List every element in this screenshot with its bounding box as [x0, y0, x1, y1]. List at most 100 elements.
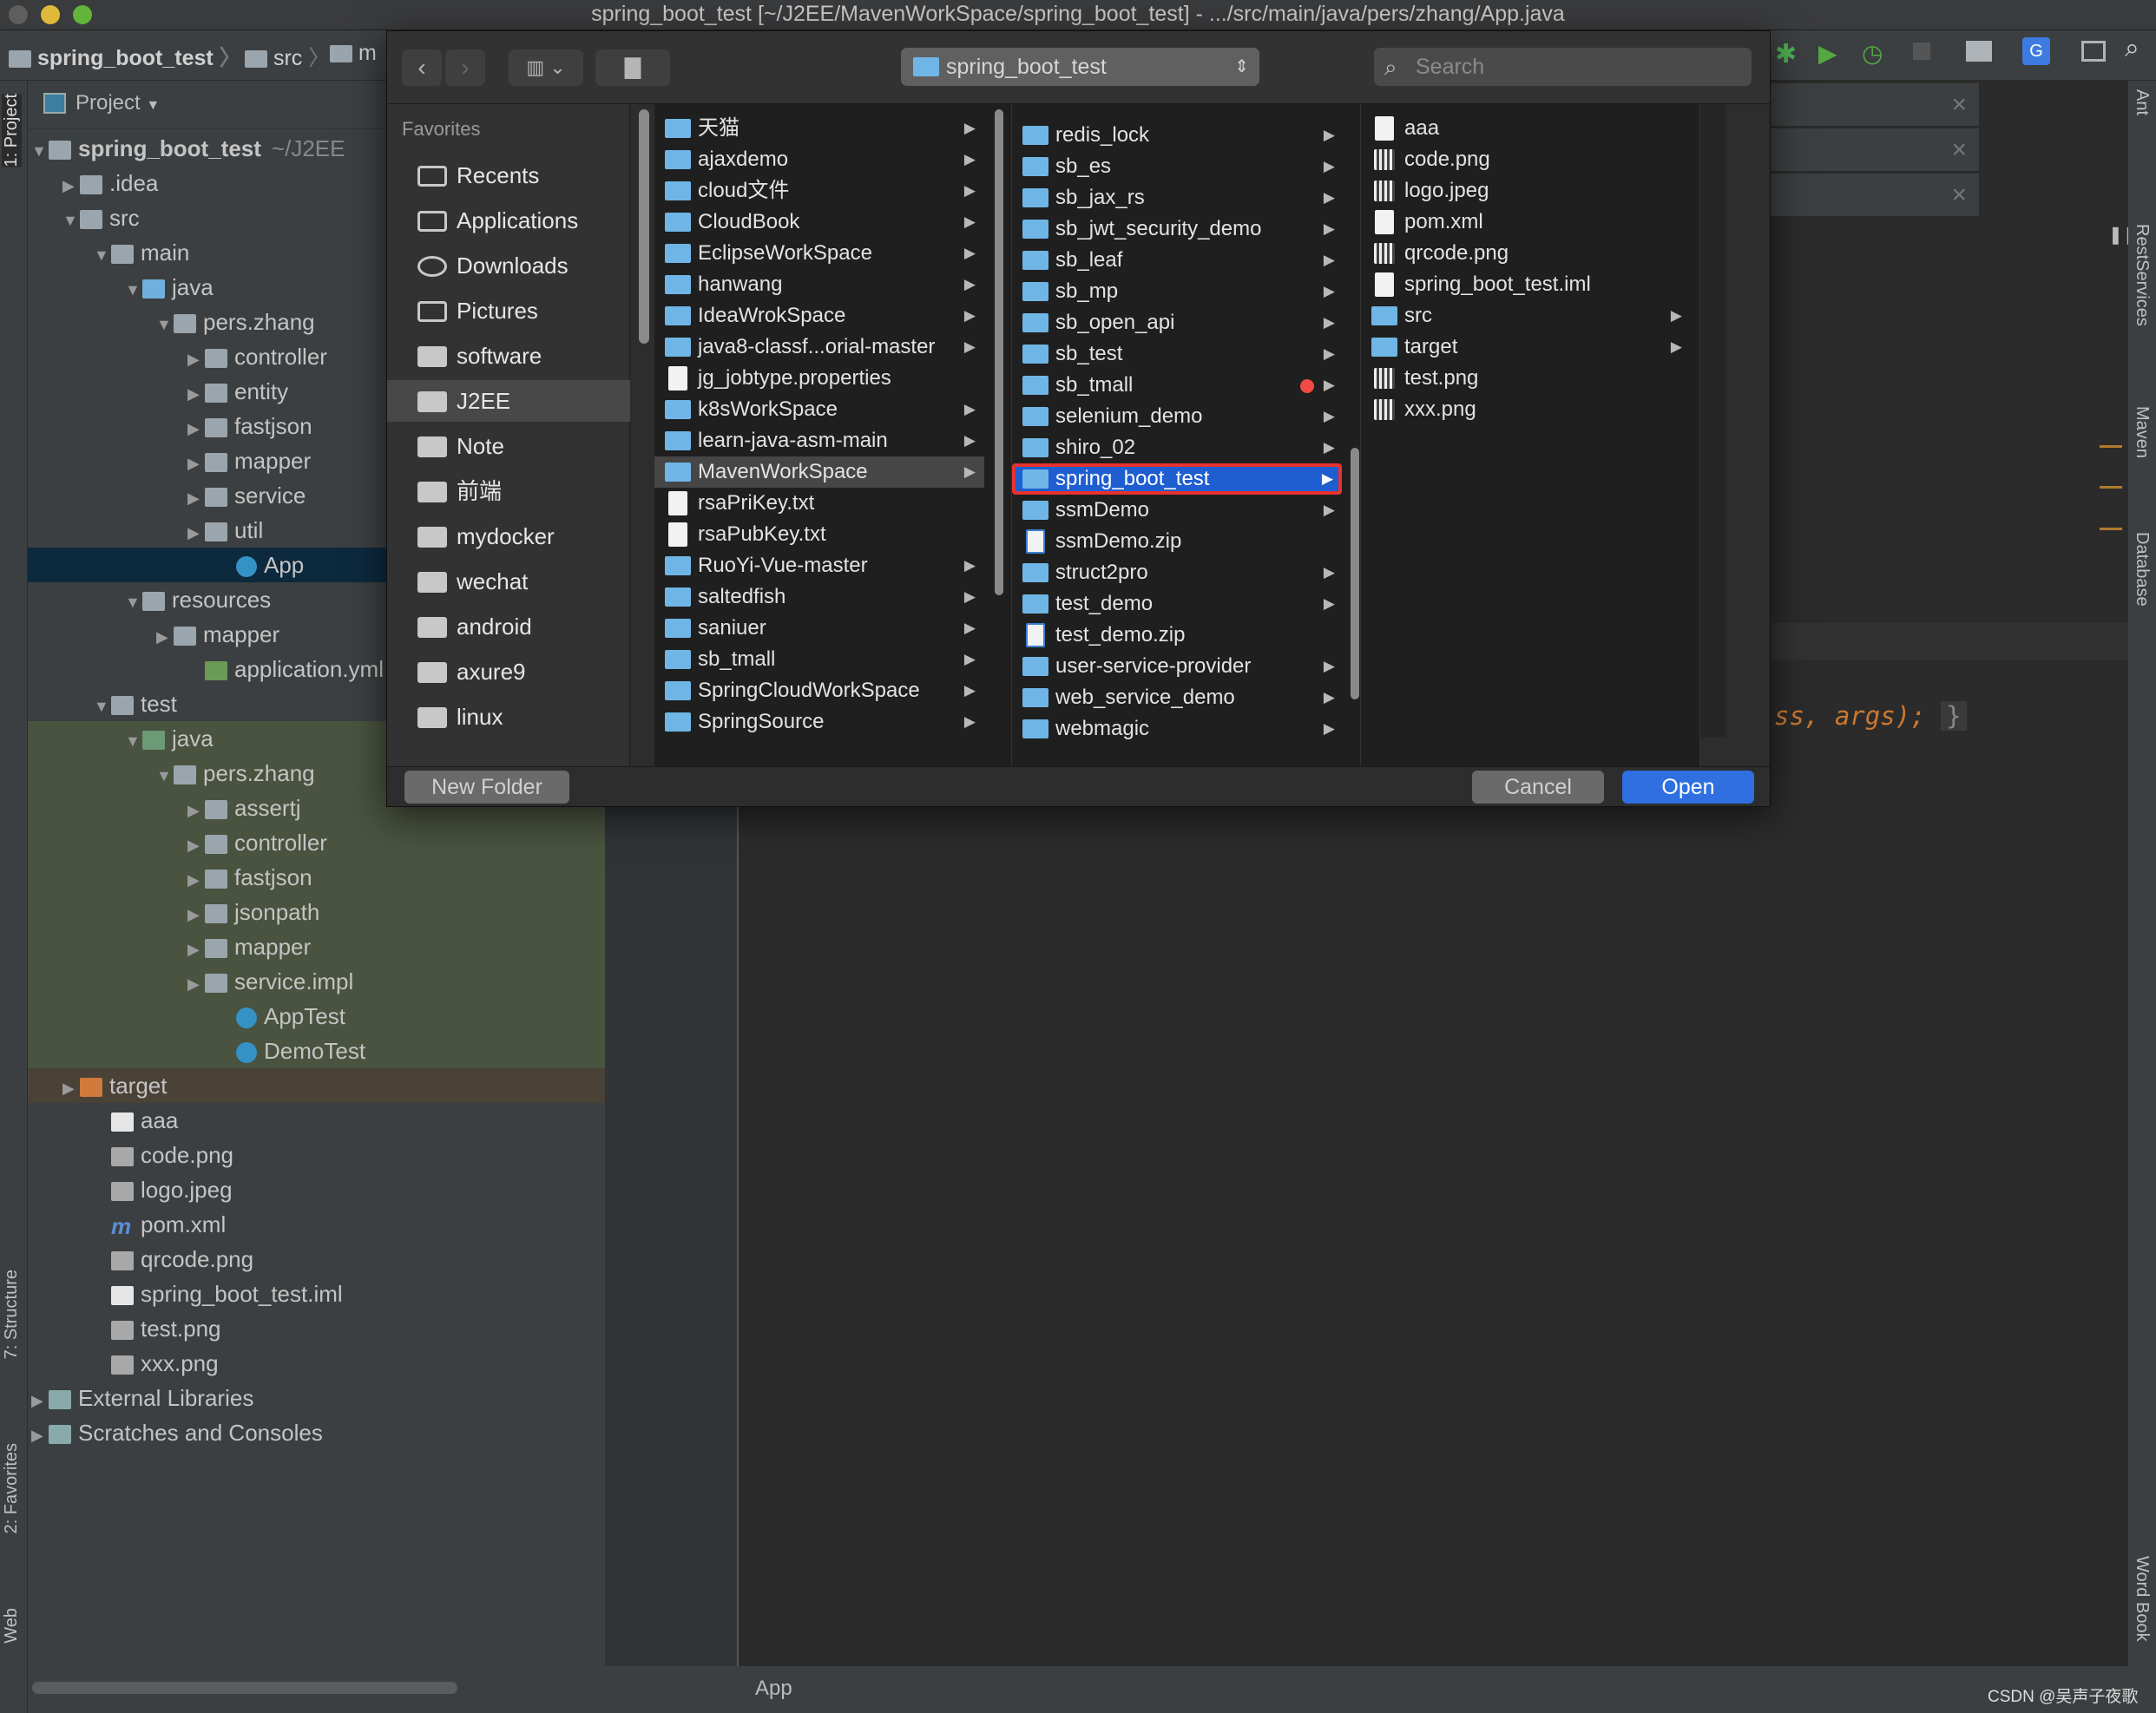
folder-item[interactable]: target ▶ [1361, 331, 1691, 363]
folder-item[interactable]: cloud文件 ▶ [654, 175, 984, 207]
collapsed-arrow-icon[interactable]: ▶ [187, 377, 205, 411]
expanded-arrow-icon[interactable]: ▼ [125, 272, 142, 307]
tree-item[interactable]: ▶ service.impl [28, 964, 605, 999]
file-item[interactable]: ssmDemo.zip [1012, 526, 1344, 557]
folder-item[interactable]: webmagic ▶ [1012, 713, 1344, 745]
collapsed-arrow-icon[interactable]: ▶ [187, 411, 205, 446]
tree-item[interactable]: aaa [28, 1103, 605, 1138]
back-button[interactable]: ‹ [402, 49, 442, 86]
debug-icon[interactable]: ✱ [1775, 39, 1797, 69]
collapsed-arrow-icon[interactable]: ▶ [187, 897, 205, 932]
folder-item[interactable]: java8-classf...orial-master ▶ [654, 331, 984, 363]
folder-item[interactable]: k8sWorkSpace ▶ [654, 394, 984, 425]
expanded-arrow-icon[interactable]: ▼ [94, 689, 111, 724]
sidebar-item-axure9[interactable]: axure9 [387, 651, 630, 692]
folder-item[interactable]: struct2pro ▶ [1012, 557, 1344, 588]
collapsed-arrow-icon[interactable]: ▶ [156, 620, 174, 654]
column-scrollbar[interactable] [1351, 448, 1359, 699]
folder-item[interactable]: RuoYi-Vue-master ▶ [654, 550, 984, 581]
folder-item[interactable]: learn-java-asm-main ▶ [654, 425, 984, 456]
tree-item[interactable]: ▶ target [28, 1068, 605, 1103]
favorites-tool-button[interactable]: 2: Favorites [2, 1443, 22, 1533]
file-item[interactable]: aaa [1361, 113, 1691, 144]
folder-item[interactable]: src ▶ [1361, 300, 1691, 331]
folder-item[interactable]: redis_lock ▶ [1012, 120, 1344, 151]
file-item[interactable]: logo.jpeg [1361, 175, 1691, 207]
tree-item[interactable]: ▶ Scratches and Consoles [28, 1415, 605, 1450]
database-tool-button[interactable]: Database [2132, 532, 2152, 607]
file-item[interactable]: test.png [1361, 363, 1691, 394]
folder-item[interactable]: sb_tmall ▶ [654, 644, 984, 675]
file-item[interactable]: qrcode.png [1361, 238, 1691, 269]
folder-item[interactable]: sb_tmall ▶ [1012, 370, 1344, 401]
ant-tool-button[interactable]: Ant [2132, 89, 2152, 115]
run-with-coverage-icon[interactable]: ▶ [1818, 39, 1837, 68]
sidebar-item-recents[interactable]: Recents [387, 154, 630, 196]
folder-item[interactable]: SpringCloudWorkSpace ▶ [654, 675, 984, 706]
file-item[interactable]: rsaPubKey.txt [654, 519, 984, 550]
tree-item[interactable]: DemoTest [28, 1034, 605, 1068]
tree-item[interactable]: xxx.png [28, 1346, 605, 1381]
cancel-button[interactable]: Cancel [1472, 771, 1604, 804]
tree-item[interactable]: ▶ mapper [28, 929, 605, 964]
folder-item[interactable]: CloudBook ▶ [654, 207, 984, 238]
tree-item[interactable]: ▶ fastjson [28, 860, 605, 895]
collapsed-arrow-icon[interactable]: ▶ [31, 1383, 49, 1418]
tree-item[interactable]: ▶ controller [28, 825, 605, 860]
collapsed-arrow-icon[interactable]: ▶ [187, 932, 205, 967]
folder-item[interactable]: test_demo ▶ [1012, 588, 1344, 620]
collapsed-arrow-icon[interactable]: ▶ [31, 1418, 49, 1453]
tree-item[interactable]: logo.jpeg [28, 1172, 605, 1207]
folder-item[interactable]: spring_boot_test ▶ [1012, 463, 1342, 495]
translate-icon[interactable]: G [2022, 37, 2050, 65]
project-tool-button[interactable]: 1: Project [2, 94, 22, 167]
collapsed-arrow-icon[interactable]: ▶ [187, 342, 205, 377]
collapsed-arrow-icon[interactable]: ▶ [187, 793, 205, 828]
collapsed-arrow-icon[interactable]: ▶ [187, 515, 205, 550]
folder-item[interactable]: sb_open_api ▶ [1012, 307, 1344, 338]
collapsed-arrow-icon[interactable]: ▶ [187, 446, 205, 481]
sidebar-item-前端[interactable]: 前端 [387, 470, 630, 512]
folder-item[interactable]: 天猫 ▶ [654, 113, 984, 144]
structure-tool-button[interactable]: 7: Structure [2, 1270, 22, 1359]
tree-item[interactable]: qrcode.png [28, 1242, 605, 1277]
tree-item[interactable]: spring_boot_test.iml [28, 1277, 605, 1311]
search-everywhere-icon[interactable]: ⌕ [2125, 34, 2140, 63]
open-button[interactable]: Open [1622, 771, 1754, 804]
code-line[interactable]: ss, args); } [1774, 701, 1967, 731]
folder-item[interactable]: MavenWorkSpace ▶ [654, 456, 984, 488]
close-tab-icon[interactable]: × [1951, 83, 1967, 127]
collapsed-arrow-icon[interactable]: ▶ [62, 168, 80, 203]
editor-breadcrumb-app[interactable]: App [755, 1677, 792, 1700]
tree-item[interactable]: ▶ jsonpath [28, 895, 605, 929]
folder-item[interactable]: sb_es ▶ [1012, 151, 1344, 182]
column-scrollbar[interactable] [639, 109, 649, 344]
expanded-arrow-icon[interactable]: ▼ [94, 238, 111, 272]
folder-item[interactable]: saniuer ▶ [654, 613, 984, 644]
file-item[interactable]: jg_jobtype.properties [654, 363, 984, 394]
new-folder-button[interactable]: New Folder [404, 771, 569, 804]
folder-item[interactable]: hanwang ▶ [654, 269, 984, 300]
breadcrumb-main[interactable]: m [330, 41, 377, 66]
folder-item[interactable]: sb_mp ▶ [1012, 276, 1344, 307]
sidebar-item-pictures[interactable]: Pictures [387, 290, 630, 331]
folder-item[interactable]: sb_jwt_security_demo ▶ [1012, 213, 1344, 245]
file-item[interactable]: xxx.png [1361, 394, 1691, 425]
close-tab-icon[interactable]: × [1951, 174, 1967, 217]
collapsed-arrow-icon[interactable]: ▶ [187, 481, 205, 515]
search-input[interactable]: ⌕ Search [1374, 48, 1752, 86]
breadcrumb-project[interactable]: spring_boot_test 〉 [9, 41, 241, 72]
folder-item[interactable]: user-service-provider ▶ [1012, 651, 1344, 682]
tree-item[interactable]: m pom.xml [28, 1207, 605, 1242]
sidebar-item-downloads[interactable]: Downloads [387, 245, 630, 286]
profile-icon[interactable]: ◷ [1862, 39, 1883, 68]
sidebar-item-note[interactable]: Note [387, 425, 630, 467]
sidebar-item-software[interactable]: software [387, 335, 630, 377]
folder-item[interactable]: EclipseWorkSpace ▶ [654, 238, 984, 269]
collapsed-arrow-icon[interactable]: ▶ [187, 828, 205, 863]
stop-icon[interactable] [1913, 43, 1930, 60]
tree-item[interactable]: test.png [28, 1311, 605, 1346]
sidebar-item-mydocker[interactable]: mydocker [387, 515, 630, 557]
collapsed-arrow-icon[interactable]: ▶ [62, 1071, 80, 1106]
expanded-arrow-icon[interactable]: ▼ [31, 134, 49, 168]
